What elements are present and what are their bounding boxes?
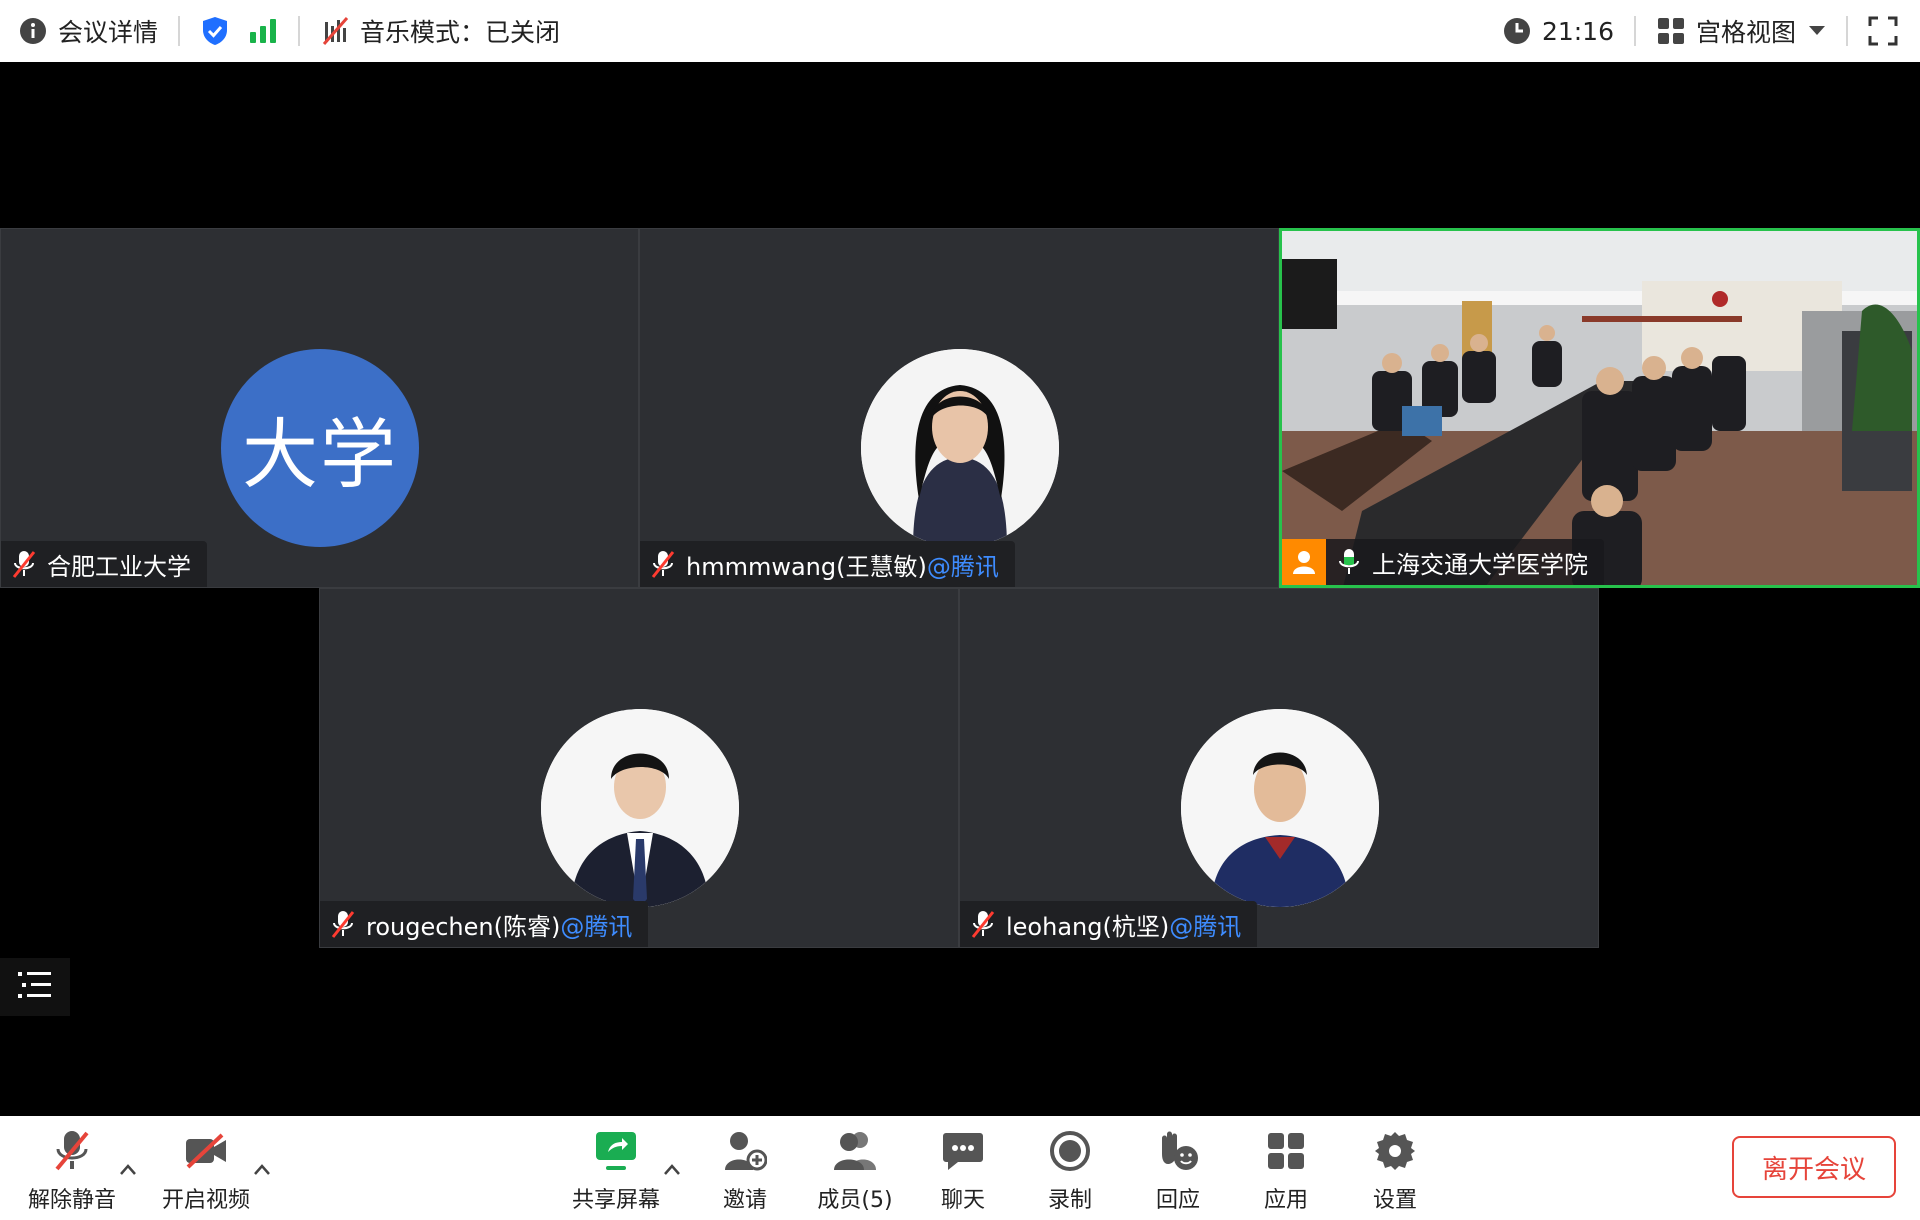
participant-name-tag: leohang(杭坚) @腾讯 bbox=[960, 901, 1258, 947]
participant-name: 上海交通大学医学院 bbox=[1372, 550, 1588, 579]
list-menu-icon bbox=[18, 970, 52, 1004]
divider bbox=[298, 16, 301, 46]
start-video-label: 开启视频 bbox=[161, 1188, 250, 1213]
caret-down-icon bbox=[1808, 25, 1826, 37]
participant-tile[interactable]: rougechen(陈睿) @腾讯 bbox=[319, 588, 959, 948]
music-mode-button[interactable]: 音乐模式：已关闭 bbox=[320, 0, 560, 62]
record-label: 录制 bbox=[1047, 1188, 1092, 1213]
participant-photo bbox=[541, 709, 739, 907]
audio-options-caret[interactable] bbox=[118, 1160, 138, 1180]
clock-icon bbox=[1502, 16, 1532, 46]
settings-label: 设置 bbox=[1372, 1188, 1417, 1213]
share-screen-label: 共享屏幕 bbox=[571, 1188, 660, 1213]
chat-bubble-icon bbox=[940, 1128, 986, 1174]
participant-photo bbox=[861, 349, 1059, 547]
shield-check-icon bbox=[200, 16, 230, 46]
meeting-info-button[interactable]: 会议详情 bbox=[18, 0, 158, 62]
chat-label: 聊天 bbox=[940, 1188, 985, 1213]
divider bbox=[1846, 16, 1848, 46]
active-speaker-tile[interactable]: 上海交通大学医学院 bbox=[1279, 228, 1920, 588]
chevron-up-icon bbox=[664, 1164, 680, 1175]
reaction-button[interactable]: 回应 bbox=[1133, 1116, 1223, 1220]
meeting-timer: 21:16 bbox=[1502, 0, 1614, 62]
network-signal-button[interactable] bbox=[248, 0, 278, 62]
participant-name: leohang(杭坚) bbox=[1006, 912, 1170, 941]
meeting-info-label: 会议详情 bbox=[58, 18, 159, 47]
divider bbox=[1633, 16, 1636, 46]
participant-org: @腾讯 bbox=[926, 552, 999, 581]
conference-room-video bbox=[1282, 231, 1917, 585]
participant-list-menu-button[interactable] bbox=[0, 958, 70, 1016]
raise-hand-smile-icon bbox=[1155, 1128, 1201, 1174]
leave-meeting-button[interactable]: 离开会议 bbox=[1732, 1136, 1896, 1198]
video-options-caret[interactable] bbox=[252, 1160, 272, 1180]
mic-muted-icon bbox=[970, 909, 996, 939]
participant-tile[interactable]: leohang(杭坚) @腾讯 bbox=[959, 588, 1599, 948]
reaction-label: 回应 bbox=[1155, 1188, 1200, 1213]
music-mode-label: 音乐模式：已关闭 bbox=[360, 18, 561, 47]
apps-button[interactable]: 应用 bbox=[1241, 1116, 1331, 1220]
participant-tile[interactable]: 大学 合肥工业大学 bbox=[0, 228, 639, 588]
divider bbox=[178, 16, 181, 46]
chevron-up-icon bbox=[254, 1164, 270, 1175]
invite-label: 邀请 bbox=[722, 1188, 767, 1213]
grid-view-icon bbox=[1656, 16, 1686, 46]
share-screen-icon bbox=[593, 1128, 639, 1174]
members-button[interactable]: 成员(5) bbox=[805, 1116, 905, 1220]
meeting-toolbar: 解除静音 开启视频 共享屏幕 邀请 成员(5) 聊天 录制 回应 应用 设置 离… bbox=[0, 1116, 1920, 1220]
participant-name-tag: 上海交通大学医学院 bbox=[1282, 539, 1604, 585]
chat-button[interactable]: 聊天 bbox=[918, 1116, 1008, 1220]
share-screen-button[interactable]: 共享屏幕 bbox=[562, 1116, 670, 1220]
meeting-top-bar: 会议详情 音乐模式：已关闭 21:16 宫格视图 bbox=[0, 0, 1920, 62]
participant-photo bbox=[1181, 709, 1379, 907]
video-grid: 大学 合肥工业大学 hmmmwang(王慧敏) @腾讯 上海交通大学医学院 ro… bbox=[0, 62, 1920, 1116]
avatar-initials: 大学 bbox=[242, 410, 398, 499]
info-icon bbox=[18, 16, 48, 46]
user-icon bbox=[1282, 539, 1326, 585]
music-off-icon bbox=[320, 16, 350, 46]
participant-org: @腾讯 bbox=[1169, 912, 1242, 941]
members-label: 成员(5) bbox=[817, 1188, 893, 1213]
view-mode-label: 宫格视图 bbox=[1695, 18, 1796, 47]
participant-name-tag: rougechen(陈睿) @腾讯 bbox=[320, 901, 649, 947]
chevron-up-icon bbox=[120, 1164, 136, 1175]
avatar: 大学 bbox=[221, 349, 419, 547]
start-video-button[interactable]: 开启视频 bbox=[152, 1116, 260, 1220]
participant-name-tag: 合肥工业大学 bbox=[1, 541, 207, 587]
participant-name: hmmmwang(王慧敏) bbox=[686, 552, 927, 581]
avatar bbox=[1181, 709, 1379, 907]
meeting-time: 21:16 bbox=[1541, 16, 1614, 46]
apps-grid-icon bbox=[1263, 1128, 1309, 1174]
share-options-caret[interactable] bbox=[662, 1160, 682, 1180]
unmute-label: 解除静音 bbox=[27, 1188, 116, 1213]
view-mode-dropdown[interactable]: 宫格视图 bbox=[1656, 0, 1826, 62]
participant-org: @腾讯 bbox=[560, 912, 633, 941]
participant-name-tag: hmmmwang(王慧敏) @腾讯 bbox=[640, 541, 1015, 587]
security-button[interactable] bbox=[200, 0, 230, 62]
video-off-icon bbox=[183, 1128, 229, 1174]
top-right-controls: 21:16 宫格视图 bbox=[1502, 0, 1920, 62]
record-icon bbox=[1047, 1128, 1093, 1174]
gear-icon bbox=[1372, 1128, 1418, 1174]
invite-button[interactable]: 邀请 bbox=[700, 1116, 790, 1220]
mic-muted-icon bbox=[11, 549, 37, 579]
members-icon bbox=[832, 1128, 878, 1174]
record-button[interactable]: 录制 bbox=[1025, 1116, 1115, 1220]
settings-button[interactable]: 设置 bbox=[1350, 1116, 1440, 1220]
mic-muted-icon bbox=[49, 1128, 95, 1174]
fullscreen-icon bbox=[1868, 16, 1898, 46]
mic-muted-icon bbox=[650, 549, 676, 579]
participant-name: rougechen(陈睿) bbox=[366, 912, 561, 941]
participant-tile[interactable]: hmmmwang(王慧敏) @腾讯 bbox=[639, 228, 1279, 588]
avatar bbox=[541, 709, 739, 907]
mic-muted-icon bbox=[330, 909, 356, 939]
participant-name: 合肥工业大学 bbox=[47, 552, 191, 581]
signal-strength-icon bbox=[248, 16, 278, 46]
mic-active-icon bbox=[1336, 547, 1362, 577]
fullscreen-button[interactable] bbox=[1868, 0, 1898, 62]
avatar bbox=[861, 349, 1059, 547]
unmute-button[interactable]: 解除静音 bbox=[18, 1116, 126, 1220]
invite-user-icon bbox=[722, 1128, 768, 1174]
apps-label: 应用 bbox=[1263, 1188, 1308, 1213]
